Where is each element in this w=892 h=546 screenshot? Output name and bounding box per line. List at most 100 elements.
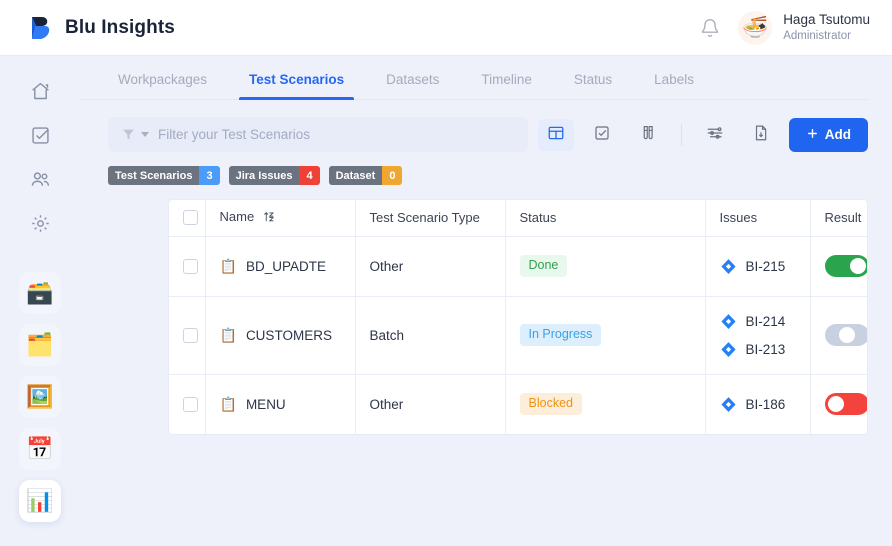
sidebar-project-framed-picture[interactable]: 🖼️ (19, 376, 61, 418)
tab-bar: Workpackages Test Scenarios Datasets Tim… (80, 56, 868, 100)
row-result-cell (810, 296, 867, 375)
select-all-checkbox[interactable] (183, 210, 198, 226)
test-tubes-button[interactable] (630, 119, 666, 151)
funnel-icon (122, 128, 135, 141)
tab-status[interactable]: Status (564, 72, 622, 99)
table-header-row: Name Test Scenario Type Status Issues Re… (169, 200, 867, 237)
result-toggle[interactable] (824, 255, 867, 277)
sidebar-item-users[interactable] (20, 162, 60, 202)
row-type: Batch (355, 296, 506, 375)
tab-test-scenarios[interactable]: Test Scenarios (239, 72, 355, 100)
tab-workpackages[interactable]: Workpackages (108, 72, 217, 99)
sidebar-project-bar-chart[interactable]: 📊 (19, 480, 61, 522)
row-status-cell: In Progress (505, 296, 706, 375)
gear-icon (30, 213, 51, 239)
row-status-cell: Blocked (505, 374, 706, 434)
sidebar-project-calendar[interactable]: 📅 (19, 428, 61, 470)
table-row[interactable]: 📋 MENU Other Blocked BI-186 (169, 374, 867, 434)
tab-datasets[interactable]: Datasets (376, 72, 449, 99)
top-bar: Blu Insights 🍜 Haga Tsutomu Administrato… (0, 0, 892, 56)
sort-az-icon[interactable] (263, 210, 276, 226)
sidebar-item-home[interactable] (20, 74, 60, 114)
add-button-label: Add (824, 127, 851, 142)
result-toggle[interactable] (824, 324, 867, 346)
issue-link[interactable]: BI-186 (720, 391, 796, 417)
row-issues-cell: BI-186 (705, 374, 811, 434)
sidebar-project-card-index[interactable]: 🗃️ (19, 272, 61, 314)
check-square-icon (593, 124, 611, 145)
chevron-down-icon[interactable] (141, 132, 149, 137)
add-button[interactable]: Add (788, 117, 868, 152)
row-name: CUSTOMERS (245, 327, 332, 343)
issue-link[interactable]: BI-215 (720, 253, 796, 279)
select-all-header (169, 200, 206, 237)
clipboard-icon: 📋 (219, 258, 237, 274)
chip-label: Dataset (328, 166, 383, 185)
result-toggle[interactable] (824, 393, 867, 416)
check-square-icon (30, 125, 51, 151)
column-header-issues[interactable]: Issues (705, 200, 811, 237)
header-right: 🍜 Haga Tsutomu Administrator (700, 10, 870, 45)
home-icon (30, 81, 51, 107)
sidebar-item-settings[interactable] (20, 206, 60, 246)
main-content: Workpackages Test Scenarios Datasets Tim… (80, 56, 892, 546)
user-menu[interactable]: 🍜 Haga Tsutomu Administrator (738, 10, 870, 45)
brand-logo[interactable]: Blu Insights (28, 15, 175, 41)
bar-chart-icon: 📊 (26, 488, 54, 513)
issue-key: BI-186 (745, 396, 786, 412)
avatar: 🍜 (738, 10, 773, 45)
row-result-cell (810, 236, 867, 297)
sidebar-project-sticky-notes[interactable]: 🗂️ (19, 324, 61, 366)
issue-key: BI-213 (745, 341, 786, 357)
checklist-view-button[interactable] (584, 119, 620, 151)
row-status-cell: Done (505, 236, 706, 297)
table-row[interactable]: 📋 BD_UPADTE Other Done BI-215 (169, 236, 867, 297)
jira-icon (720, 258, 737, 275)
row-name-cell: 📋 CUSTOMERS (205, 296, 356, 375)
chip-test-scenarios[interactable]: Test Scenarios 3 (108, 166, 220, 185)
column-label: Name (219, 209, 255, 225)
search-input[interactable]: Filter your Test Scenarios (108, 117, 528, 152)
row-name-cell: 📋 BD_UPADTE (205, 236, 356, 297)
issue-link[interactable]: BI-213 (720, 336, 796, 362)
chip-jira-issues[interactable]: Jira Issues 4 (228, 166, 320, 185)
sticky-notes-icon: 🗂️ (26, 332, 54, 357)
settings-sliders-button[interactable] (697, 119, 733, 151)
chip-dataset[interactable]: Dataset 0 (328, 166, 403, 185)
column-header-type[interactable]: Test Scenario Type (355, 200, 506, 237)
bell-icon[interactable] (700, 18, 720, 38)
row-checkbox[interactable] (183, 327, 198, 343)
table-view-button[interactable] (537, 118, 574, 151)
row-name: BD_UPADTE (245, 258, 326, 274)
tab-timeline[interactable]: Timeline (471, 72, 542, 99)
row-issues-cell: BI-215 (705, 236, 811, 297)
row-select-cell (169, 296, 206, 375)
export-file-button[interactable] (743, 119, 779, 151)
toolbar: Filter your Test Scenarios Add (108, 117, 868, 152)
chip-count: 4 (299, 166, 320, 185)
plus-icon (806, 127, 819, 143)
file-download-icon (752, 124, 770, 145)
filter-chips: Test Scenarios 3 Jira Issues 4 Dataset 0 (108, 166, 892, 185)
row-select-cell (169, 236, 206, 297)
column-header-status[interactable]: Status (505, 200, 706, 237)
issue-key: BI-215 (745, 258, 786, 274)
row-select-cell (169, 374, 206, 434)
card-index-icon: 🗃️ (26, 280, 54, 305)
column-header-name[interactable]: Name (205, 200, 356, 237)
table-row[interactable]: 📋 CUSTOMERS Batch In Progress BI-214 BI-… (169, 296, 867, 375)
test-scenarios-table: Name Test Scenario Type Status Issues Re… (168, 199, 868, 435)
jira-icon (720, 396, 737, 413)
left-sidebar: 🗃️ 🗂️ 🖼️ 📅 📊 (0, 56, 80, 546)
row-checkbox[interactable] (183, 396, 198, 412)
row-result-cell (810, 374, 867, 434)
sliders-icon (706, 124, 724, 145)
sidebar-item-tasks[interactable] (20, 118, 60, 158)
tab-labels[interactable]: Labels (644, 72, 704, 99)
issue-link[interactable]: BI-214 (720, 308, 796, 334)
column-header-result[interactable]: Result (810, 200, 867, 237)
chip-count: 0 (382, 166, 403, 185)
row-checkbox[interactable] (183, 258, 198, 274)
clipboard-icon: 📋 (219, 396, 237, 413)
jira-icon (720, 313, 737, 330)
